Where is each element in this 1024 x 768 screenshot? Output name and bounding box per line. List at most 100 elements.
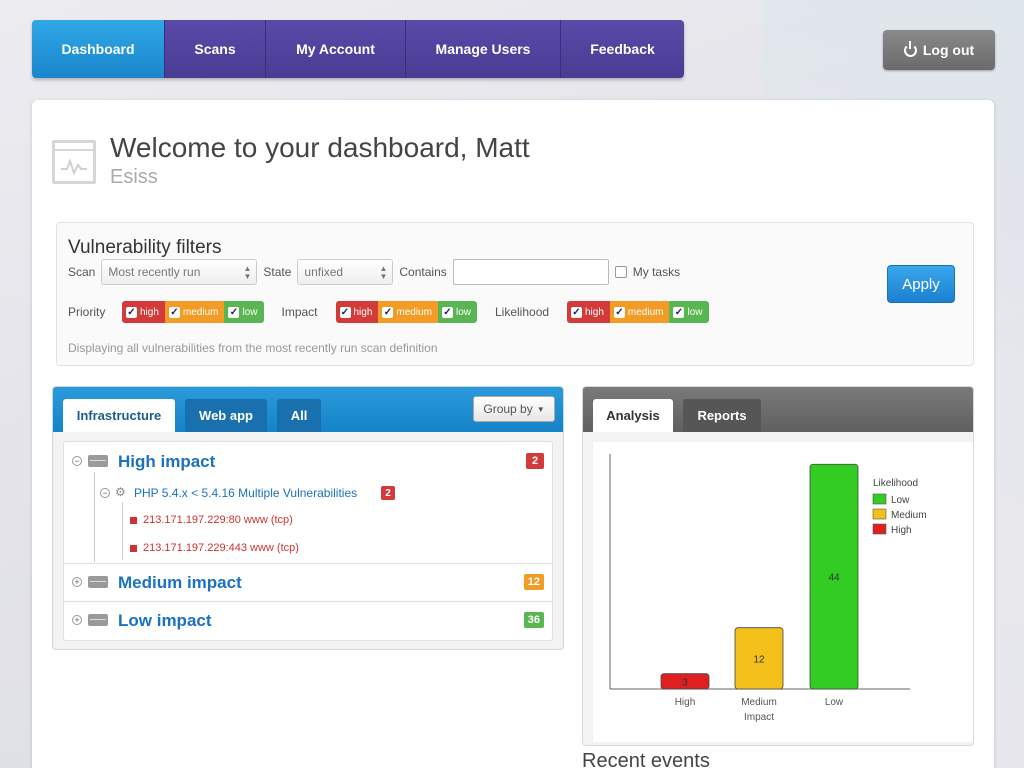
host-item[interactable]: 213.171.197.229:80 www (tcp) [130,514,293,526]
filters-row-levels: Priority ✓ high ✓ medium ✓ low Impact ✓ high… [68,301,709,323]
nav-feedback[interactable]: Feedback [561,20,684,78]
host-item[interactable]: 213.171.197.229:443 www (tcp) [130,542,299,554]
check-icon: ✓ [126,306,137,318]
impact-pills: ✓ high ✓ medium ✓ low [335,301,477,323]
priority-high-toggle[interactable]: ✓ high [122,301,165,323]
check-icon: ✓ [228,306,240,318]
pill-label: low [455,306,471,318]
group-medium-title[interactable]: Medium impact [118,573,242,593]
legend-swatch [872,493,887,505]
pill-label: low [687,306,703,318]
likelihood-low-toggle[interactable]: ✓ low [669,301,709,323]
impact-label: Impact [281,305,318,319]
legend-title: Likelihood [873,478,918,489]
group-low-count: 36 [523,612,544,628]
state-select-value: unfixed [304,265,344,279]
pill-label: high [585,306,604,318]
state-select[interactable]: unfixed ▲ ▼ [297,259,394,285]
tree-line [122,502,123,560]
contains-input[interactable] [452,259,609,285]
legend-swatch [872,508,887,520]
tab-analysis[interactable]: Analysis [593,399,673,432]
my-tasks-label: My tasks [632,265,681,279]
host-label: 213.171.197.229:80 www (tcp) [143,514,293,526]
likelihood-pills: ✓ high ✓ medium ✓ low [567,301,709,323]
tab-infrastructure[interactable]: Infrastructure [63,399,175,432]
x-tick-label: High [675,697,696,708]
priority-label: Priority [68,305,106,319]
priority-pills: ✓ high ✓ medium ✓ low [122,301,264,323]
pill-label: medium [627,306,664,318]
check-icon: ✓ [168,306,180,318]
legend-item-label: High [891,525,912,536]
state-label: State [263,265,292,279]
recent-events-title: Recent events [582,750,710,768]
nav-my-account[interactable]: My Account [266,20,406,78]
logout-button[interactable]: Log out [883,30,995,70]
check-icon: ✓ [571,306,582,318]
contains-label: Contains [399,265,447,279]
tab-all[interactable]: All [277,399,321,432]
select-arrows-icon: ▲ ▼ [243,264,252,281]
plugin-icon: ⚙ [115,485,126,499]
priority-medium-toggle[interactable]: ✓ medium [164,301,225,323]
scan-select[interactable]: Most recently run ▲ ▼ [101,259,258,285]
tab-web-app[interactable]: Web app [185,399,267,432]
nav-scans[interactable]: Scans [165,20,266,78]
legend-swatch [872,523,887,535]
impact-chart: 3 High 12 Medium 44 Low Impact Likelihood Low Med… [593,442,973,742]
nav-dashboard[interactable]: Dashboard [32,20,165,78]
main-nav: Dashboard Scans My Account Manage Users … [32,20,684,78]
bar-value-label: 44 [828,573,840,584]
vulnerability-tree: − High impact 2 − ⚙ PHP 5.4.x < 5.4.16 M… [63,441,553,641]
group-low-title[interactable]: Low impact [118,611,212,631]
group-by-button[interactable]: Group by ▼ [473,396,555,422]
analysis-tab-bar: Analysis Reports [583,387,973,432]
bar-value-label: 3 [682,677,688,688]
pill-label: high [140,306,159,318]
page-title: Welcome to your dashboard, Matt [110,132,530,163]
nav-manage-users[interactable]: Manage Users [406,20,561,78]
host-status-icon [130,516,137,524]
server-icon [88,614,108,626]
apply-button[interactable]: Apply [887,265,955,303]
likelihood-high-toggle[interactable]: ✓ high [567,301,610,323]
likelihood-medium-toggle[interactable]: ✓ medium [609,301,670,323]
vulnerability-count: 2 [381,486,395,500]
impact-medium-toggle[interactable]: ✓ medium [378,301,438,323]
check-icon: ✓ [613,306,625,318]
x-tick-label: Low [825,697,844,708]
tab-reports[interactable]: Reports [683,399,761,432]
power-icon [903,40,917,57]
vulnerability-filters: Vulnerability filters Scan Most recently… [56,222,974,366]
scan-label: Scan [68,265,96,279]
pill-label: low [242,306,258,318]
group-high-title[interactable]: High impact [118,452,215,472]
x-tick-label: Medium [741,697,777,708]
legend-item-label: Low [891,495,910,506]
impact-low-toggle[interactable]: ✓ low [437,301,477,323]
my-tasks-checkbox[interactable] [614,266,627,278]
impact-high-toggle[interactable]: ✓ high [335,301,379,323]
dashboard-panel: Welcome to your dashboard, Matt Esiss Vu… [32,100,994,768]
collapse-icon[interactable]: − [100,488,110,498]
tree-line [94,472,95,562]
host-label: 213.171.197.229:443 www (tcp) [143,542,299,554]
page-subtitle: Esiss [110,166,158,188]
server-icon [88,455,108,467]
collapse-icon[interactable]: − [72,456,82,466]
expand-icon[interactable]: + [72,577,82,587]
vulnerability-groups-card: Infrastructure Web app All Group by ▼ − … [52,386,564,650]
pill-label: medium [396,306,432,318]
filters-row-scan: Scan Most recently run ▲ ▼ State unfixed … [68,259,680,285]
priority-low-toggle[interactable]: ✓ low [224,301,264,323]
vulnerability-link[interactable]: PHP 5.4.x < 5.4.16 Multiple Vulnerabilit… [134,486,357,500]
groups-tab-bar: Infrastructure Web app All Group by ▼ [53,387,563,432]
legend-item-label: Medium [891,510,927,521]
group-medium-count: 12 [523,574,544,590]
select-arrows-icon: ▲ ▼ [379,264,388,281]
dashboard-icon [52,140,96,184]
check-icon: ✓ [441,306,453,318]
group-high: − High impact 2 − ⚙ PHP 5.4.x < 5.4.16 M… [64,442,552,564]
expand-icon[interactable]: + [72,615,82,625]
